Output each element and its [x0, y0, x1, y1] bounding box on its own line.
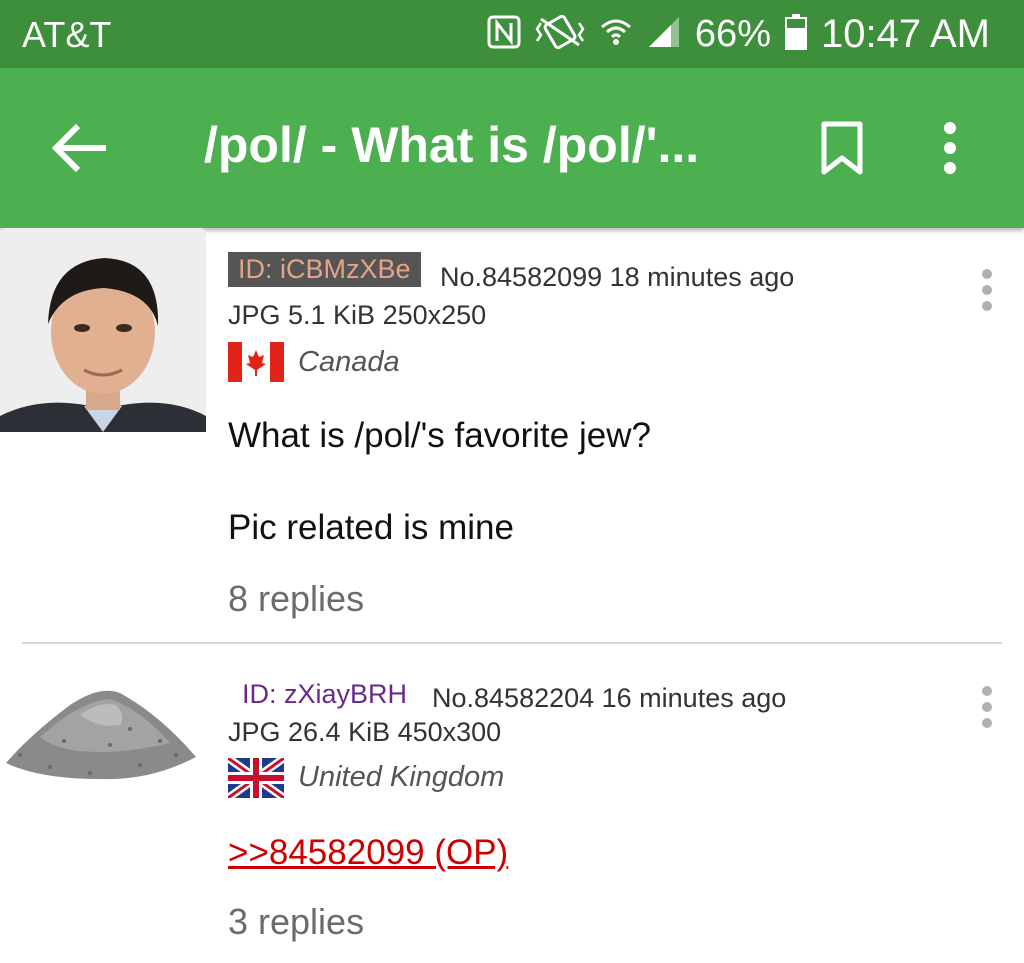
quote-link-op[interactable]: >>84582099 (OP) [228, 833, 508, 873]
thread-title: /pol/ - What is /pol/'... [204, 117, 700, 173]
post-op: ID: iCBMzXBe No.84582099 18 minutes ago … [0, 228, 1024, 640]
post-menu-icon[interactable] [975, 683, 999, 739]
file-info: JPG 26.4 KiB 450x300 [228, 717, 502, 747]
carrier-label: AT&T [22, 14, 112, 55]
signal-icon [647, 15, 681, 54]
uk-flag [225, 754, 287, 803]
post-divider [22, 642, 1002, 644]
nfc-icon [487, 15, 521, 54]
bookmark-icon[interactable] [820, 120, 864, 176]
status-bar: AT&T 66% 10:47 AM [0, 0, 1024, 68]
poster-id-badge: ID: iCBMzXBe [228, 252, 421, 287]
vibrate-icon [535, 14, 585, 54]
post-body-line: What is /pol/'s favorite jew? [228, 416, 651, 455]
clock: 10:47 AM [820, 11, 990, 56]
replies-count[interactable]: 3 replies [228, 901, 364, 943]
status-icons: 66% 10:47 AM [473, 12, 990, 56]
overflow-menu-icon[interactable] [935, 120, 965, 176]
wifi-icon [599, 15, 633, 54]
canada-flag [228, 342, 284, 387]
battery-percent: 66% [694, 12, 771, 55]
post-number-time: No.84582204 16 minutes ago [432, 683, 787, 713]
country-label: United Kingdom [298, 761, 505, 793]
app-toolbar: /pol/ - What is /pol/'... [0, 68, 1024, 228]
post-number-time: No.84582099 18 minutes ago [440, 262, 795, 292]
post-thumbnail[interactable] [0, 645, 206, 849]
post-thumbnail[interactable] [0, 228, 206, 432]
back-arrow-icon[interactable] [50, 120, 110, 176]
country-label: Canada [298, 346, 400, 378]
poster-id-label: ID: zXiayBRH [242, 679, 408, 709]
replies-count[interactable]: 8 replies [228, 578, 364, 620]
post-menu-icon[interactable] [975, 266, 999, 322]
post-reply: ID: zXiayBRH No.84582204 16 minutes ago … [0, 645, 1024, 963]
file-info: JPG 5.1 KiB 250x250 [228, 300, 487, 330]
battery-icon [784, 13, 807, 55]
post-body-line: Pic related is mine [228, 508, 514, 547]
